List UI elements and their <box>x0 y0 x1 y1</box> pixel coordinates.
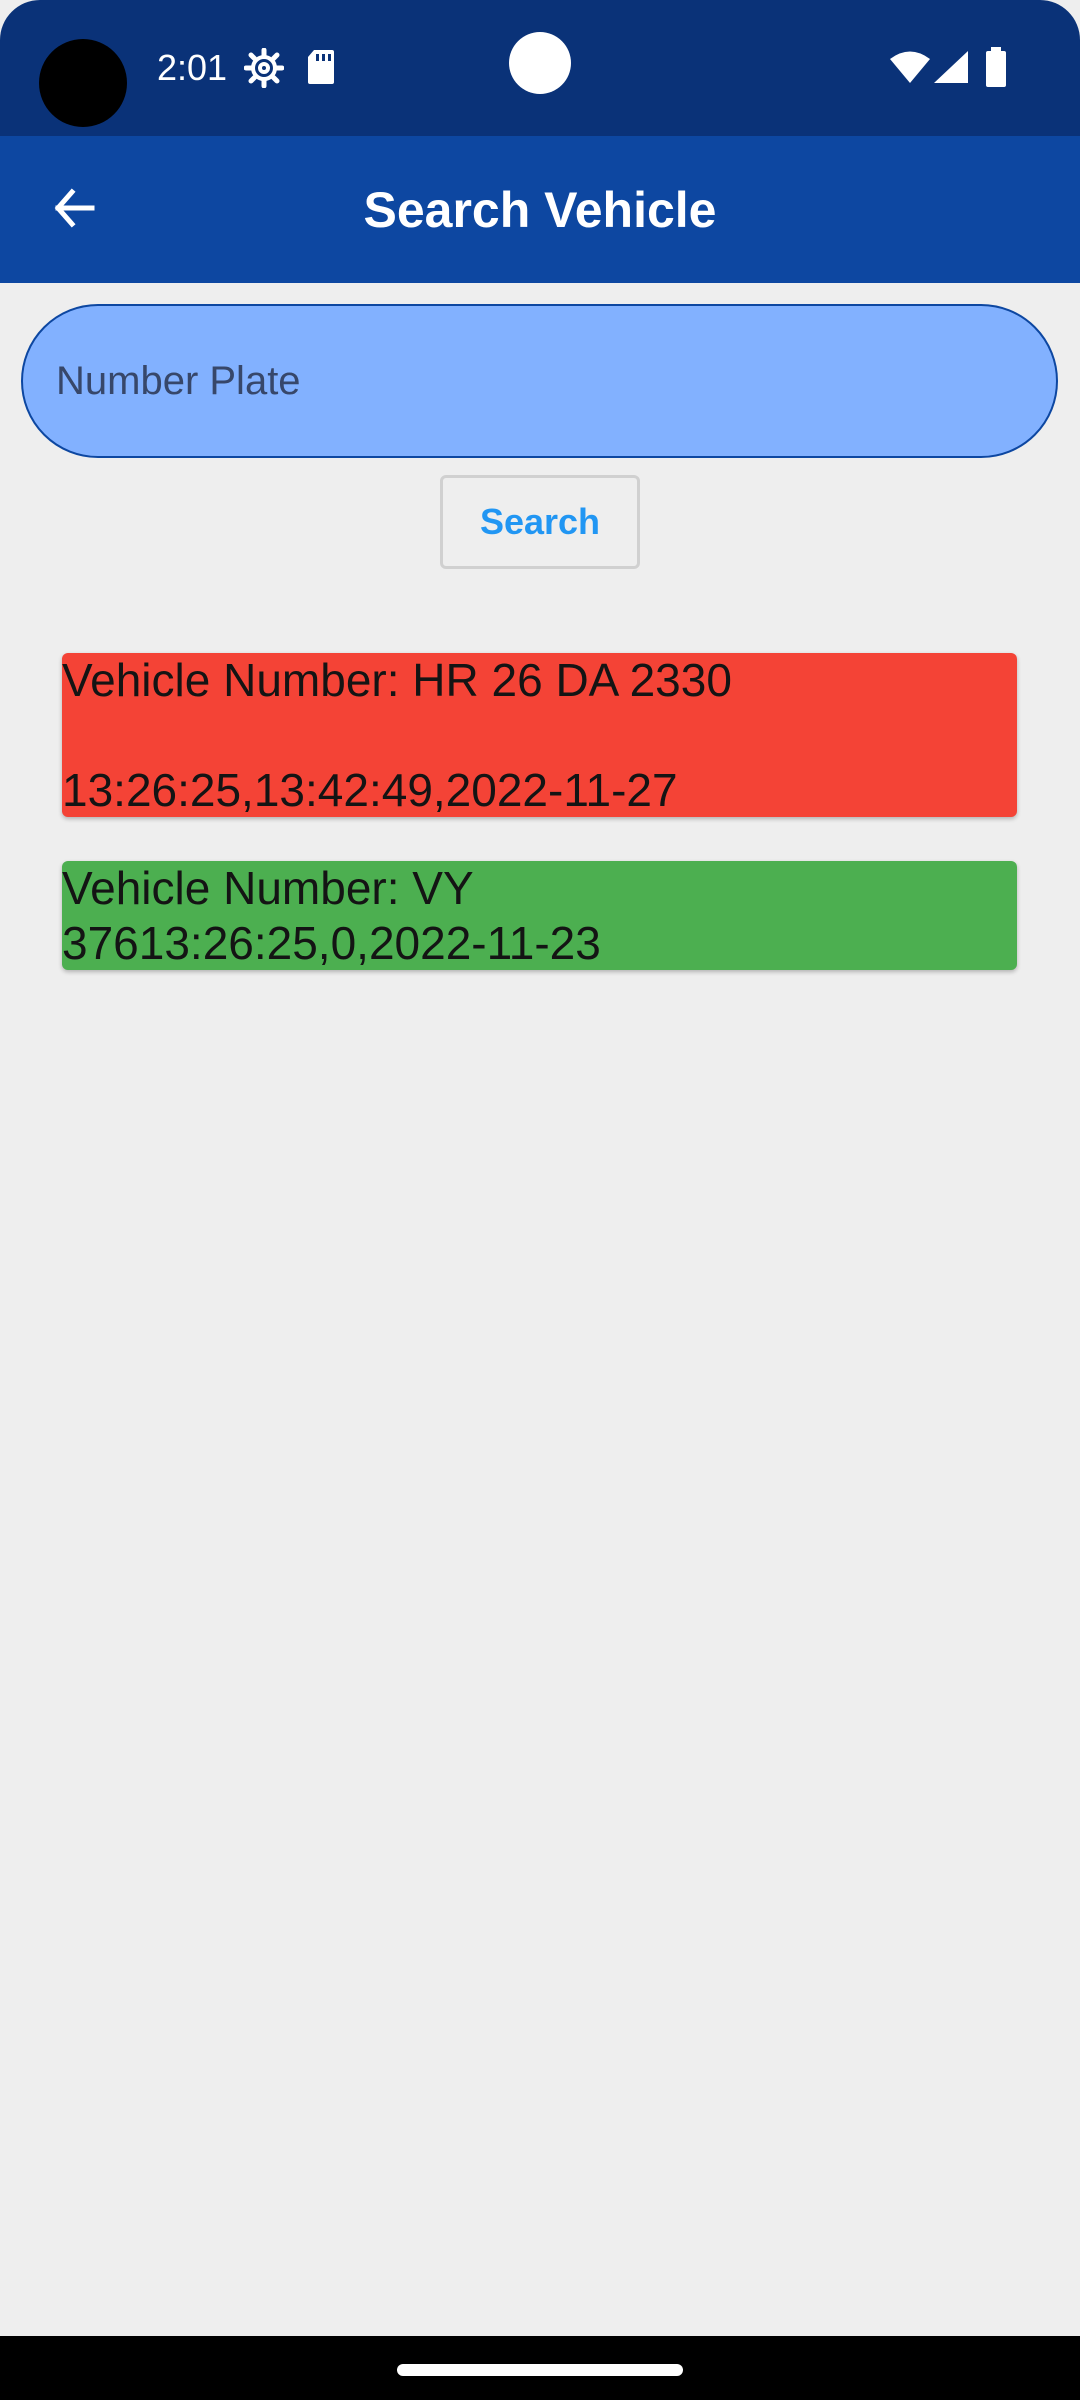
settings-icon <box>243 47 285 93</box>
search-button[interactable]: Search <box>440 475 640 569</box>
wifi-icon <box>889 50 931 89</box>
vehicle-time-text: 37613:26:25,0,2022-11-23 <box>62 917 601 969</box>
status-bar: 2:01 <box>0 0 1080 136</box>
signal-icon <box>933 50 969 89</box>
page-title: Search Vehicle <box>363 181 717 238</box>
arrow-back-icon <box>50 184 98 237</box>
number-plate-input[interactable] <box>21 304 1058 458</box>
camera-cutout <box>39 39 127 127</box>
vehicle-record-card[interactable]: Vehicle Number: VY 37613:26:25,0,2022-11… <box>62 861 1017 970</box>
app-bar: Search Vehicle <box>0 136 1080 283</box>
vehicle-record-card[interactable]: Vehicle Number: HR 26 DA 2330 13:26:25,1… <box>62 653 1017 817</box>
battery-icon <box>984 46 1008 93</box>
status-time: 2:01 <box>157 47 228 88</box>
sd-card-icon <box>306 48 336 91</box>
front-camera <box>509 32 571 94</box>
vehicle-number-text: Vehicle Number: VY <box>62 862 474 914</box>
back-button[interactable] <box>36 172 112 248</box>
home-handle[interactable] <box>397 2364 683 2376</box>
vehicle-time-text: 13:26:25,13:42:49,2022-11-27 <box>62 764 678 816</box>
vehicle-number-text: Vehicle Number: HR 26 DA 2330 <box>62 654 732 706</box>
